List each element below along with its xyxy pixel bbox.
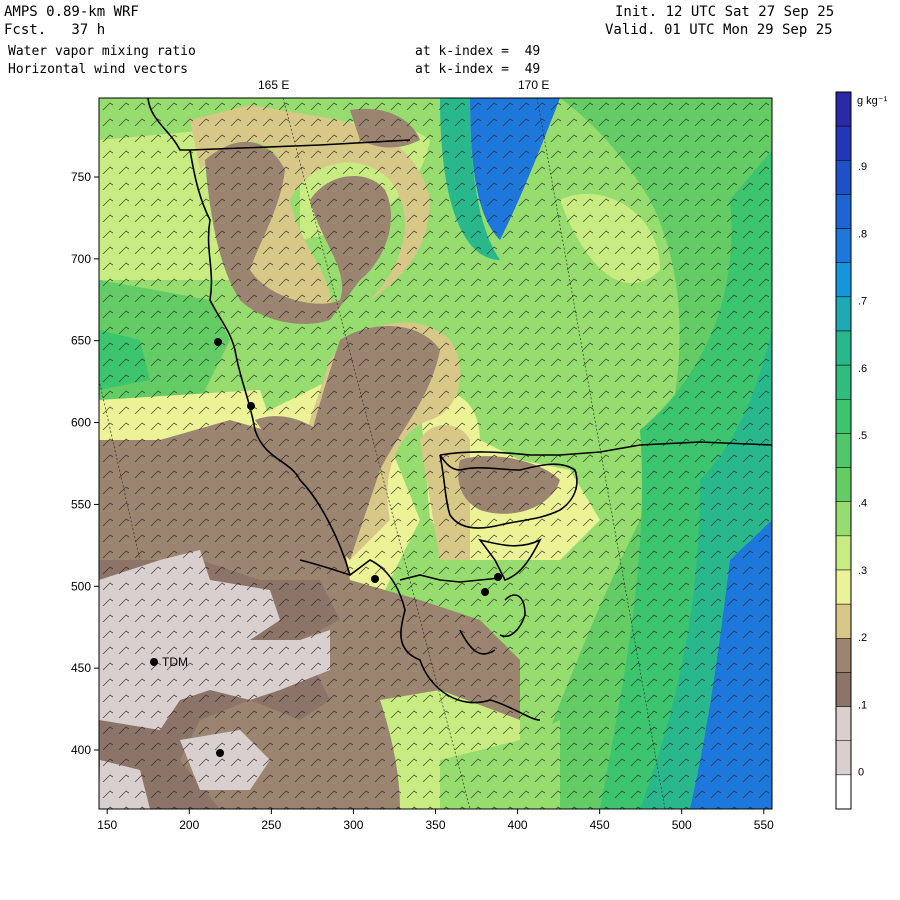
colorbar-swatch	[835, 774, 852, 810]
colorbar-swatch	[835, 638, 852, 673]
colorbar-label: .5	[858, 430, 867, 442]
colorbar-swatch	[835, 296, 852, 332]
colorbar-swatch	[835, 262, 852, 298]
y-tick-label: 650	[71, 334, 91, 348]
x-tick-label: 300	[343, 818, 363, 832]
colorbar-label: .3	[858, 565, 867, 577]
colorbar-swatch	[835, 194, 852, 229]
colorbar-label: .6	[858, 363, 867, 375]
x-tick-label: 150	[97, 818, 117, 832]
x-tick-label: 200	[179, 818, 199, 832]
colorbar-label: .7	[858, 296, 867, 308]
colorbar-swatch	[835, 433, 852, 468]
x-axis: 150 200 250 300 350 400 450 500 550	[97, 809, 774, 832]
moisture-field	[99, 98, 772, 809]
colorbar-swatch	[835, 501, 852, 537]
x-tick-label: 550	[754, 818, 774, 832]
colorbar-label: .8	[858, 228, 867, 240]
y-tick-label: 550	[71, 497, 91, 511]
y-tick-label: 700	[71, 252, 91, 266]
colorbar-swatch	[835, 364, 852, 400]
colorbar-swatch	[835, 603, 852, 639]
colorbar: .9 .8 .7 .6 .5 .4 .3 .2 .1 0	[835, 91, 867, 810]
station-label-tdm: TDM	[162, 655, 188, 669]
colorbar-label: .9	[858, 161, 867, 173]
y-tick-label: 750	[71, 170, 91, 184]
y-tick-label: 600	[71, 416, 91, 430]
colorbar-swatch	[835, 467, 852, 502]
colorbar-swatch	[835, 535, 852, 571]
colorbar-label: .2	[858, 632, 867, 644]
x-tick-label: 400	[508, 818, 528, 832]
colorbar-unit: g kg⁻¹	[857, 95, 888, 107]
y-tick-label: 500	[71, 579, 91, 593]
colorbar-swatch	[835, 160, 852, 195]
x-tick-label: 450	[590, 818, 610, 832]
colorbar-swatch	[835, 330, 852, 366]
colorbar-label: .4	[858, 498, 867, 510]
colorbar-label: 0	[858, 767, 864, 779]
colorbar-swatch	[835, 399, 852, 434]
colorbar-swatch	[835, 228, 852, 263]
y-tick-label: 450	[71, 661, 91, 675]
x-tick-label: 350	[425, 818, 445, 832]
colorbar-swatch	[835, 125, 852, 161]
colorbar-swatch	[835, 91, 852, 127]
colorbar-swatch	[835, 672, 852, 707]
colorbar-swatch	[835, 740, 852, 776]
colorbar-label: .1	[858, 699, 867, 711]
colorbar-swatch	[835, 706, 852, 741]
colorbar-swatch	[835, 569, 852, 605]
x-tick-label: 250	[261, 818, 281, 832]
y-axis: 750 700 650 600 550 500 450 400	[71, 170, 99, 757]
x-tick-label: 500	[672, 818, 692, 832]
y-tick-label: 400	[71, 743, 91, 757]
map-figure: TDM 150 200 250 300 350 400 450 500 550 750 700 65…	[71, 91, 888, 832]
